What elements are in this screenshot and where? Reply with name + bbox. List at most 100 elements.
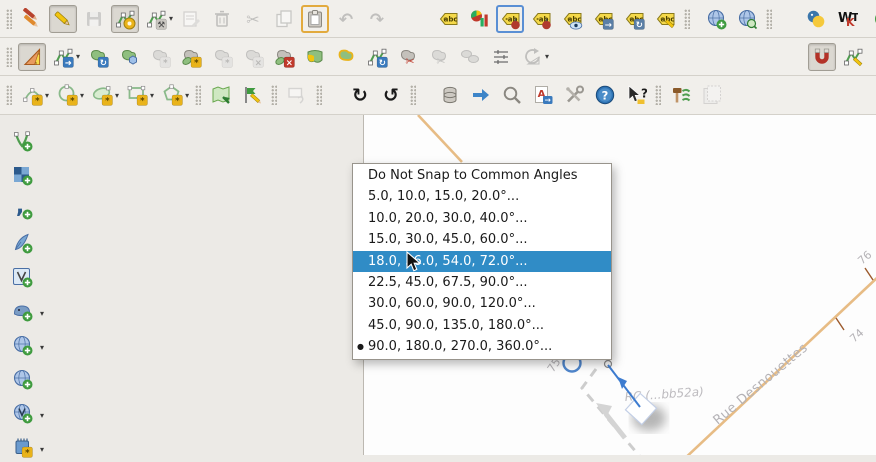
save-edits-button[interactable]	[80, 5, 108, 33]
highlight-pinned-labels-button[interactable]: ab	[527, 5, 555, 33]
rotate-point-symbols-button[interactable]	[518, 43, 546, 71]
angle-option-8[interactable]: ●90.0, 180.0, 270.0, 360.0°...	[353, 336, 611, 357]
add-postgis-layer-button[interactable]: ▾	[7, 296, 37, 326]
angle-option-7[interactable]: 45.0, 90.0, 135.0, 180.0°...	[353, 315, 611, 336]
zoom-search-button[interactable]	[498, 81, 526, 109]
ellipse-tool-dropdown-arrow[interactable]: ▾	[115, 91, 119, 100]
circular-string-by-radius-button[interactable]: *	[18, 81, 46, 109]
database-manager-button[interactable]	[436, 81, 464, 109]
add-part-button[interactable]: *	[177, 43, 205, 71]
merge-features-button[interactable]	[456, 43, 484, 71]
toggle-editing-button[interactable]	[49, 5, 77, 33]
modify-attributes-button[interactable]	[177, 5, 205, 33]
merge-feature-attributes-button[interactable]	[487, 43, 515, 71]
regular-polygon-tool-button[interactable]: *	[158, 81, 186, 109]
wkt-plugin-button[interactable]: WKT	[833, 5, 861, 33]
delete-part-button[interactable]: ×	[270, 43, 298, 71]
toolbar-grip[interactable]	[6, 85, 12, 105]
toolbar-grip[interactable]	[684, 9, 690, 29]
paste-features-button[interactable]	[301, 5, 329, 33]
angle-option-6[interactable]: 30.0, 60.0, 90.0, 120.0°...	[353, 293, 611, 314]
digitize-with-segment-button[interactable]	[111, 5, 139, 33]
processing-provider-button[interactable]: *▾	[7, 432, 37, 462]
angle-option-1[interactable]: 5.0, 10.0, 15.0, 20.0°...	[353, 186, 611, 207]
regular-polygon-tool-dropdown-arrow[interactable]: ▾	[185, 91, 189, 100]
toolbar-grip[interactable]	[410, 85, 416, 105]
split-features-button[interactable]: ↻	[363, 43, 391, 71]
add-vector-layer-button[interactable]	[7, 126, 37, 156]
annotation-tool-button[interactable]	[238, 81, 266, 109]
toolbar-grip[interactable]	[316, 85, 322, 105]
advanced-digitizing-toolbar-button[interactable]: ⚒	[142, 5, 170, 33]
angle-option-5[interactable]: 22.5, 45.0, 67.5, 90.0°...	[353, 272, 611, 293]
add-wms-layer-button[interactable]: ▾	[7, 330, 37, 360]
rotate-label-button[interactable]: abc↻	[620, 5, 648, 33]
rectangle-tool-button[interactable]: *	[123, 81, 151, 109]
scale-feature-button[interactable]	[115, 43, 143, 71]
delete-selected-button[interactable]	[208, 5, 236, 33]
angle-option-0[interactable]: Do Not Snap to Common Angles	[353, 165, 611, 186]
export-pdf-button[interactable]: A→	[529, 81, 557, 109]
undo-button[interactable]: ↶	[332, 5, 360, 33]
add-ring-button[interactable]: *	[146, 43, 174, 71]
fill-ring-button[interactable]: *	[208, 43, 236, 71]
change-label-button[interactable]: abc	[651, 5, 679, 33]
metasearch-add-service-button[interactable]	[702, 5, 730, 33]
vertex-tool-button[interactable]	[839, 43, 867, 71]
offset-curve-button[interactable]	[332, 43, 360, 71]
advanced-digitizing-toolbar-dropdown-arrow[interactable]: ▾	[169, 14, 173, 23]
cut-features-button[interactable]: ✂	[239, 5, 267, 33]
toolbar-grip[interactable]	[271, 85, 277, 105]
new-map-view-button[interactable]	[207, 81, 235, 109]
add-virtual-layer-button[interactable]	[7, 262, 37, 292]
forward-button[interactable]	[467, 81, 495, 109]
add-wfs-layer-button[interactable]: ▾	[7, 398, 37, 428]
refresh-map-button[interactable]: ↻	[346, 81, 374, 109]
options-tools-button[interactable]	[560, 81, 588, 109]
layout-manager-button[interactable]	[698, 81, 726, 109]
show-hide-labels-button[interactable]: abc	[558, 5, 586, 33]
ellipse-tool-button[interactable]: *	[88, 81, 116, 109]
current-edits-button[interactable]	[18, 5, 46, 33]
add-delimited-text-layer-button[interactable]: ,	[7, 194, 37, 224]
toolbar-grip[interactable]	[6, 47, 12, 67]
toolbar-grip[interactable]	[195, 85, 201, 105]
select-features-tool-button[interactable]	[283, 81, 311, 109]
angle-option-4[interactable]: 18.0, 36.0, 54.0, 72.0°...	[353, 251, 611, 272]
add-raster-layer-button[interactable]	[7, 160, 37, 190]
move-feature-button[interactable]: ➜	[49, 43, 77, 71]
help-button[interactable]: ?	[591, 81, 619, 109]
layer-labeling-options-button[interactable]: abc	[434, 5, 462, 33]
copy-features-button[interactable]	[270, 5, 298, 33]
rotate-point-symbols-dropdown-arrow[interactable]: ▾	[545, 52, 549, 61]
python-console-button[interactable]	[802, 5, 830, 33]
split-parts-button[interactable]: ✂	[394, 43, 422, 71]
toolbar-grip[interactable]	[766, 9, 772, 29]
toolbar-grip[interactable]	[6, 9, 12, 29]
whats-this-button[interactable]: ?	[622, 81, 650, 109]
pin-unpin-labels-button[interactable]: ab	[496, 5, 524, 33]
split-parts-alt-button[interactable]: ✂	[425, 43, 453, 71]
add-spatialite-layer-button[interactable]	[7, 228, 37, 258]
reshape-features-button[interactable]	[301, 43, 329, 71]
circle-tool-button[interactable]: *	[53, 81, 81, 109]
metasearch-search-button[interactable]	[733, 5, 761, 33]
circle-tool-dropdown-arrow[interactable]: ▾	[80, 91, 84, 100]
angle-option-3[interactable]: 15.0, 30.0, 45.0, 60.0°...	[353, 229, 611, 250]
snapping-options-button[interactable]	[808, 43, 836, 71]
enable-advanced-digitizing-panel-button[interactable]	[18, 43, 46, 71]
move-feature-dropdown-arrow[interactable]: ▾	[76, 52, 80, 61]
layer-diagram-options-button[interactable]	[465, 5, 493, 33]
processing-toolbox-button[interactable]	[667, 81, 695, 109]
reload-button[interactable]: ↺	[377, 81, 405, 109]
toolbar-grip[interactable]	[655, 85, 661, 105]
redo-button[interactable]: ↷	[363, 5, 391, 33]
rotate-feature-button[interactable]: ↻	[84, 43, 112, 71]
angle-option-2[interactable]: 10.0, 20.0, 30.0, 40.0°...	[353, 208, 611, 229]
add-wcs-layer-button[interactable]	[7, 364, 37, 394]
delete-ring-button[interactable]: ×	[239, 43, 267, 71]
move-label-button[interactable]: abc→	[589, 5, 617, 33]
circular-string-by-radius-dropdown-arrow[interactable]: ▾	[45, 91, 49, 100]
plugin-green-button[interactable]	[864, 5, 876, 33]
rectangle-tool-dropdown-arrow[interactable]: ▾	[150, 91, 154, 100]
